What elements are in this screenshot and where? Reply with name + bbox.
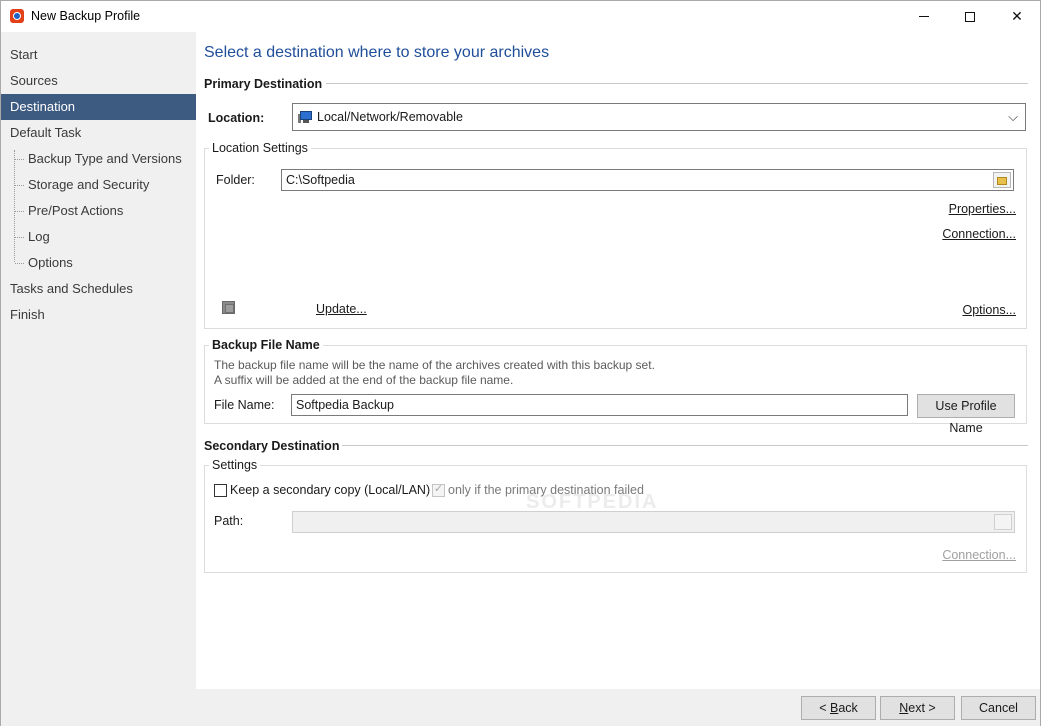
window-title: New Backup Profile [31,9,141,23]
page-title: Select a destination where to store your… [204,44,550,61]
path-label: Path: [214,514,244,528]
sidebar-item-storage-security[interactable]: Storage and Security [1,172,196,198]
maximize-icon [965,11,975,22]
sidebar-item-pre-post[interactable]: Pre/Post Actions [1,198,196,224]
sidebar-item-default-task[interactable]: Default Task [1,120,196,146]
sidebar-item-finish[interactable]: Finish [1,302,196,328]
folder-icon [997,177,1007,185]
path-field[interactable] [292,511,1015,533]
secondary-settings-legend: Settings [209,458,261,472]
back-button[interactable]: < Back [801,696,876,720]
browse-path-button[interactable] [994,514,1012,530]
folder-label: Folder: [216,173,255,187]
update-link[interactable]: Update... [316,302,367,316]
footer-bar: < Back Next > Cancel [1,689,1040,726]
close-button[interactable]: ✕ [994,1,1040,32]
location-dropdown[interactable]: Local/Network/Removable ⌵ [292,103,1026,131]
computer-icon [298,111,313,124]
sidebar-item-start[interactable]: Start [1,42,196,68]
back-button-prefix: < [819,701,830,715]
primary-destination-header: Primary Destination [204,77,323,91]
location-settings-legend: Location Settings [209,141,311,155]
folder-field[interactable]: C:\Softpedia [281,169,1014,191]
location-label: Location: [208,111,265,125]
only-if-failed-label: only if the primary destination failed [448,483,644,497]
secondary-destination-header: Secondary Destination [204,439,340,453]
sidebar-nav: Start Sources Destination Default Task B… [1,32,196,689]
sidebar-item-options[interactable]: Options [1,250,196,276]
connection-link[interactable]: Connection... [942,227,1016,241]
sidebar-item-sources[interactable]: Sources [1,68,196,94]
keep-secondary-label: Keep a secondary copy (Local/LAN) [230,483,431,497]
sidebar-item-tasks-schedules[interactable]: Tasks and Schedules [1,276,196,302]
backup-file-legend: Backup File Name [209,338,323,352]
app-window: New Backup Profile ✕ Start Sources Desti… [0,0,1041,726]
options-link[interactable]: Options... [963,303,1017,317]
next-button[interactable]: Next > [880,696,955,720]
minimize-icon [919,16,929,17]
file-name-value: Softpedia Backup [296,398,394,412]
app-icon [10,9,24,23]
browse-folder-button[interactable] [993,172,1011,188]
file-name-field[interactable]: Softpedia Backup [291,394,908,416]
title-bar: New Backup Profile ✕ [1,1,1040,32]
sidebar-item-log[interactable]: Log [1,224,196,250]
status-indicator-icon [222,301,235,314]
sidebar-item-destination[interactable]: Destination [1,94,196,120]
properties-link[interactable]: Properties... [949,202,1016,216]
use-profile-name-button[interactable]: Use Profile Name [917,394,1015,435]
minimize-button[interactable] [901,1,947,32]
backup-file-desc-1: The backup file name will be the name of… [214,358,655,372]
close-icon: ✕ [1011,8,1023,24]
cancel-button[interactable]: Cancel [961,696,1036,720]
sidebar-item-backup-type[interactable]: Backup Type and Versions [1,146,196,172]
next-button-accel: N [899,701,909,715]
back-button-rest: ack [838,701,858,715]
file-name-label: File Name: [214,398,275,412]
chevron-down-icon: ⌵ [1008,109,1018,124]
section-divider [326,83,1028,84]
folder-value: C:\Softpedia [286,173,355,187]
main-panel: Select a destination where to store your… [196,32,1040,689]
backup-file-desc-2: A suffix will be added at the end of the… [214,373,514,387]
next-button-rest: ext > [908,701,936,715]
only-if-failed-checkbox[interactable] [432,482,445,497]
secondary-connection-link[interactable]: Connection... [942,548,1016,562]
location-value: Local/Network/Removable [317,110,463,124]
section-divider [342,445,1028,446]
keep-secondary-checkbox[interactable] [214,484,227,497]
maximize-button[interactable] [947,1,993,32]
